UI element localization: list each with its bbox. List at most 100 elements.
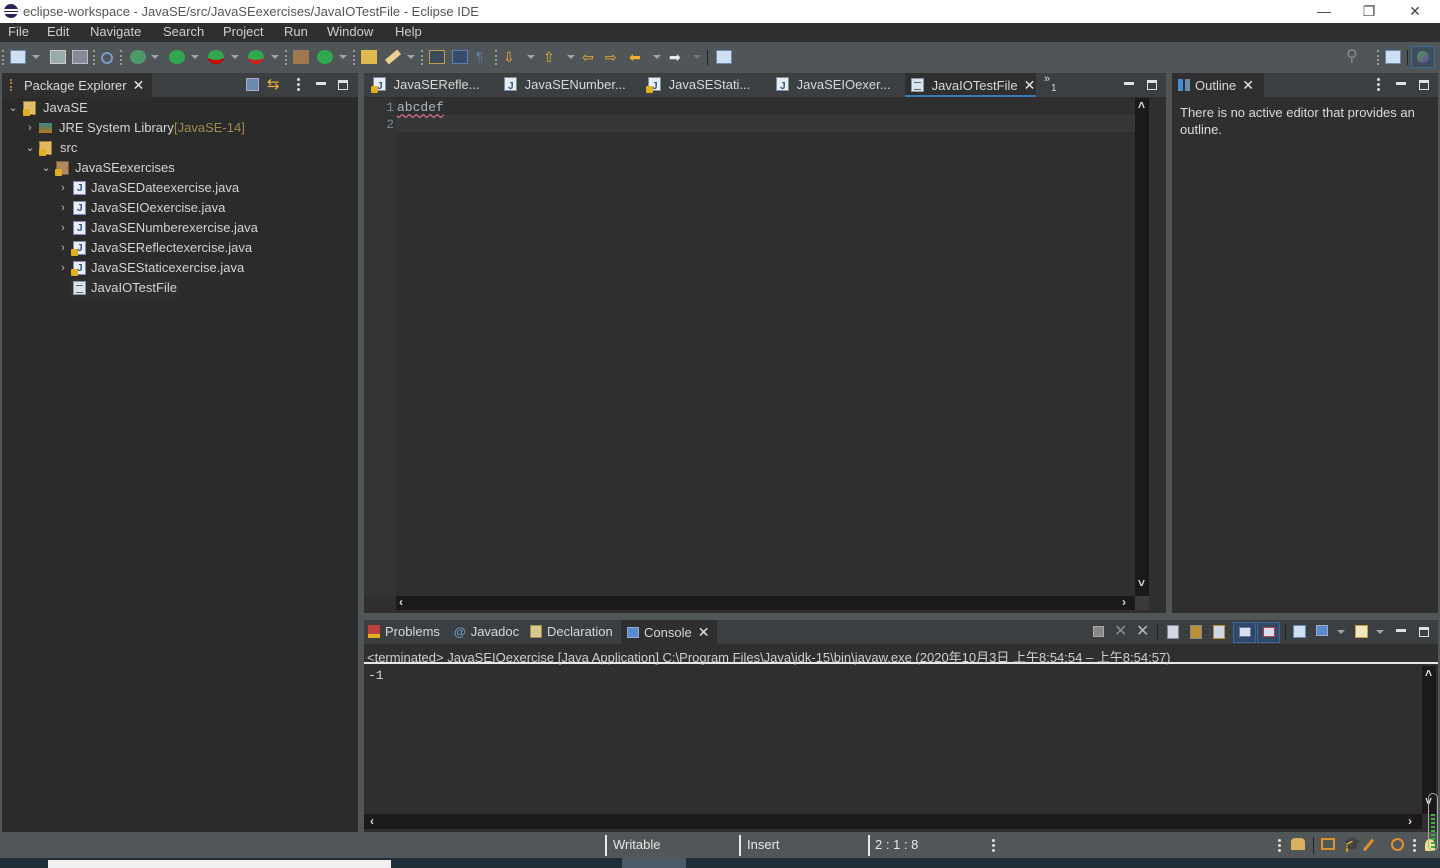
chevron-down-icon[interactable]: ⌄ — [41, 158, 51, 178]
tab-declaration[interactable]: Declaration — [530, 620, 620, 644]
remove-all-terminated-icon[interactable]: ✕ — [1136, 621, 1149, 641]
skip-breakpoints-icon[interactable] — [101, 52, 113, 64]
tab-problems[interactable]: Problems — [368, 620, 450, 644]
chevron-right-icon[interactable]: › — [58, 178, 68, 198]
search-pencil-icon[interactable] — [384, 49, 402, 65]
maximize-icon[interactable] — [1147, 80, 1157, 90]
debug-dropdown-icon[interactable] — [151, 55, 159, 59]
tab-console[interactable]: Console ✕ — [621, 620, 717, 644]
chevron-right-icon[interactable]: › — [58, 258, 68, 278]
pin-editor-icon[interactable] — [716, 50, 732, 64]
open-console-dropdown-icon[interactable] — [1376, 630, 1384, 634]
scroll-right-icon[interactable]: › — [1122, 595, 1126, 609]
tab-overflow-button[interactable]: » 1 — [1044, 73, 1064, 97]
next-annotation-icon[interactable]: ⇩ — [503, 50, 519, 64]
restore-button[interactable]: ❐ — [1346, 0, 1392, 23]
new-dropdown-icon[interactable] — [32, 55, 40, 59]
run-icon[interactable] — [169, 50, 185, 64]
console-output[interactable]: -1 — [364, 666, 1422, 814]
scroll-left-icon[interactable]: ‹ — [370, 814, 374, 828]
open-type-icon[interactable] — [361, 50, 377, 64]
save-all-icon[interactable] — [72, 50, 88, 64]
chevron-down-icon[interactable]: ⌄ — [25, 138, 35, 158]
tree-item-text-file[interactable]: JavaIOTestFile — [70, 278, 180, 298]
tutorials-icon[interactable]: 🎓 — [1343, 835, 1362, 853]
next-annotation-dropdown-icon[interactable] — [527, 55, 535, 59]
scroll-down-icon[interactable]: ˅ — [1138, 576, 1145, 590]
maximize-icon[interactable] — [338, 80, 348, 90]
coverage-icon[interactable] — [208, 50, 224, 64]
scroll-up-icon[interactable]: ˄ — [1425, 666, 1432, 680]
editor-vertical-scrollbar[interactable]: ˄ ˅ — [1135, 98, 1149, 596]
minimize-button[interactable]: — — [1301, 0, 1347, 23]
previous-annotation-icon[interactable]: ⇧ — [543, 50, 559, 64]
previous-annotation-dropdown-icon[interactable] — [567, 55, 575, 59]
last-edit-location-icon[interactable]: ⇦ — [582, 50, 598, 64]
link-with-editor-icon[interactable]: ⇆ — [267, 75, 280, 93]
editor-tab[interactable]: JavaSEIOexer... — [774, 73, 904, 99]
minimize-icon[interactable] — [316, 82, 326, 85]
view-menu-icon[interactable] — [1377, 78, 1380, 92]
external-tools-dropdown-icon[interactable] — [271, 55, 279, 59]
samples-icon[interactable] — [1362, 838, 1375, 852]
menu-search[interactable]: Search — [163, 24, 204, 39]
progress-icon[interactable] — [1291, 838, 1305, 850]
tree-item-jre-library[interactable]: › JRE System Library [JavaSE-14] — [2, 118, 356, 138]
menu-edit[interactable]: Edit — [47, 24, 69, 39]
clear-console-icon[interactable] — [1167, 625, 1179, 639]
menu-help[interactable]: Help — [395, 24, 422, 39]
tree-item-java-file[interactable]: › JavaSEReflectexercise.java — [2, 238, 356, 259]
open-console-icon[interactable] — [1355, 625, 1368, 638]
search-icon[interactable]: ⚲ — [1346, 49, 1362, 65]
editor-text-area[interactable]: 1 2 abcdef — [364, 98, 1135, 596]
editor-tab-active[interactable]: JavaIOTestFile ✕ — [905, 73, 1036, 97]
display-console-icon[interactable] — [1316, 625, 1328, 636]
new-icon[interactable] — [10, 50, 26, 64]
pin-console-icon[interactable] — [1293, 625, 1306, 638]
close-icon[interactable]: ✕ — [133, 77, 145, 93]
minimize-icon[interactable] — [1396, 629, 1406, 632]
menu-project[interactable]: Project — [223, 24, 263, 39]
scroll-left-icon[interactable]: ‹ — [399, 595, 403, 609]
coverage-dropdown-icon[interactable] — [231, 55, 239, 59]
scroll-right-icon[interactable]: › — [1408, 814, 1412, 828]
close-icon[interactable]: ✕ — [1024, 77, 1036, 93]
chevron-right-icon[interactable]: › — [58, 238, 68, 258]
display-console-dropdown-icon[interactable] — [1337, 630, 1345, 634]
search-dropdown-icon[interactable] — [407, 55, 415, 59]
tree-item-src[interactable]: ⌄ src — [2, 138, 356, 158]
editor-horizontal-scrollbar[interactable]: ‹ › — [396, 595, 1135, 610]
console-horizontal-scrollbar[interactable]: ‹ › — [364, 814, 1422, 829]
external-tools-icon[interactable] — [248, 50, 264, 64]
scroll-up-icon[interactable]: ˄ — [1138, 98, 1145, 112]
minimize-icon[interactable] — [1124, 82, 1134, 85]
tree-item-project[interactable]: ⌄ JavaSE — [2, 98, 356, 118]
menu-window[interactable]: Window — [327, 24, 373, 39]
whats-new-icon[interactable] — [1391, 838, 1404, 851]
chevron-right-icon[interactable]: › — [58, 218, 68, 238]
editor-tab[interactable]: JavaSENumber... — [500, 73, 636, 99]
close-icon[interactable]: ✕ — [698, 624, 710, 640]
show-on-stderr-button[interactable] — [1257, 622, 1280, 643]
maximize-icon[interactable] — [1419, 627, 1429, 637]
word-wrap-icon[interactable] — [1213, 625, 1225, 639]
chevron-right-icon[interactable]: › — [25, 118, 35, 138]
tree-item-java-file[interactable]: › JavaSEIOexercise.java — [2, 198, 356, 219]
menu-file[interactable]: File — [8, 24, 29, 39]
new-java-class-icon[interactable] — [317, 50, 333, 64]
status-insert-mode[interactable]: Insert — [747, 837, 780, 852]
tree-item-package[interactable]: ⌄ JavaSEexercises — [2, 158, 356, 178]
show-on-stdout-button[interactable] — [1233, 622, 1256, 643]
console-vertical-scrollbar[interactable]: ˄ ˅ — [1422, 666, 1436, 814]
maximize-icon[interactable] — [1419, 80, 1429, 90]
toggle-mark-occurrences-icon[interactable] — [429, 50, 445, 64]
back-dropdown-icon[interactable] — [653, 55, 661, 59]
tab-outline[interactable]: Outline ✕ — [1172, 73, 1264, 97]
back-icon[interactable]: ⬅ — [629, 50, 645, 64]
tab-javadoc[interactable]: @ Javadoc — [454, 620, 526, 644]
taskbar-search-box[interactable] — [48, 860, 391, 868]
tree-item-java-file[interactable]: › JavaSEDateexercise.java — [2, 178, 356, 199]
show-whitespace-icon[interactable]: ¶ — [476, 50, 492, 64]
status-trim-handle[interactable] — [992, 839, 995, 853]
forward-icon[interactable]: ➡ — [669, 50, 685, 64]
